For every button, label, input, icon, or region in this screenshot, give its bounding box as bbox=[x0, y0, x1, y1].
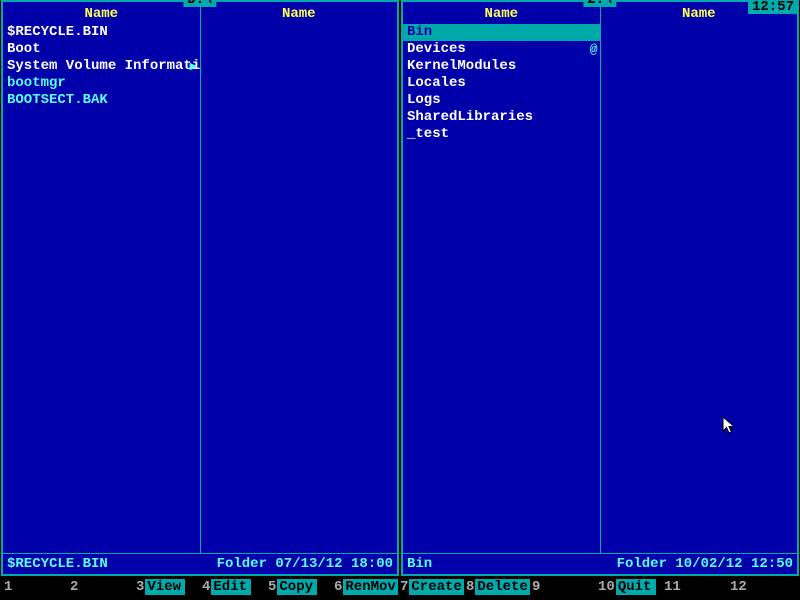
right-file-list[interactable]: BinDevices@KernelModulesLocalesLogsShare… bbox=[403, 24, 600, 553]
function-key-bar: 1 2 3View 4Edit 5Copy 6RenMov7Create8Del… bbox=[0, 576, 800, 598]
fkey-num: 7 bbox=[400, 579, 409, 595]
left-col-header-2: Name bbox=[201, 2, 398, 24]
file-item[interactable]: KernelModules bbox=[403, 58, 600, 75]
left-columns: Name $RECYCLE.BINBootSystem Volume Infor… bbox=[3, 2, 397, 553]
fkey-label: Copy bbox=[277, 579, 317, 595]
fkey-7[interactable]: 7Create bbox=[400, 579, 466, 595]
clock: 12:57 bbox=[748, 0, 798, 14]
left-status-info: Folder 07/13/12 18:00 bbox=[217, 556, 393, 572]
fkey-2[interactable]: 2 bbox=[70, 579, 136, 595]
fkey-num: 9 bbox=[532, 579, 541, 595]
file-item[interactable]: $RECYCLE.BIN bbox=[3, 24, 200, 41]
fkey-label: Quit bbox=[616, 579, 656, 595]
right-file-list-2[interactable] bbox=[601, 24, 798, 553]
fkey-6[interactable]: 6RenMov bbox=[334, 579, 400, 595]
file-marker-icon: @ bbox=[590, 41, 598, 58]
panels-container: D:\ Name $RECYCLE.BINBootSystem Volume I… bbox=[0, 0, 800, 576]
fkey-11[interactable]: 11 bbox=[664, 579, 730, 595]
file-item[interactable]: BOOTSECT.BAK bbox=[3, 92, 200, 109]
fkey-num: 2 bbox=[70, 579, 79, 595]
fkey-8[interactable]: 8Delete bbox=[466, 579, 532, 595]
left-column-1: Name $RECYCLE.BINBootSystem Volume Infor… bbox=[3, 2, 201, 553]
left-status-name: $RECYCLE.BIN bbox=[7, 556, 108, 572]
fkey-label: Create bbox=[409, 579, 463, 595]
right-status-bar: Bin Folder 10/02/12 12:50 bbox=[403, 553, 797, 574]
fkey-num: 10 bbox=[598, 579, 616, 595]
right-col-header-1: Name bbox=[403, 2, 600, 24]
fkey-num: 4 bbox=[202, 579, 211, 595]
left-panel-path: D:\ bbox=[183, 0, 216, 7]
left-column-2: Name bbox=[201, 2, 398, 553]
right-columns: Name BinDevices@KernelModulesLocalesLogs… bbox=[403, 2, 797, 553]
fkey-num: 11 bbox=[664, 579, 682, 595]
right-status-info: Folder 10/02/12 12:50 bbox=[617, 556, 793, 572]
left-status-bar: $RECYCLE.BIN Folder 07/13/12 18:00 bbox=[3, 553, 397, 574]
fkey-9[interactable]: 9 bbox=[532, 579, 598, 595]
fkey-label: View bbox=[145, 579, 185, 595]
file-item[interactable]: SharedLibraries bbox=[403, 109, 600, 126]
fkey-label: Delete bbox=[475, 579, 529, 595]
fkey-label: Edit bbox=[211, 579, 251, 595]
left-panel[interactable]: D:\ Name $RECYCLE.BINBootSystem Volume I… bbox=[1, 0, 399, 576]
fkey-num: 6 bbox=[334, 579, 343, 595]
fkey-12[interactable]: 12 bbox=[730, 579, 796, 595]
file-item[interactable]: Logs bbox=[403, 92, 600, 109]
fkey-1[interactable]: 1 bbox=[4, 579, 70, 595]
file-item[interactable]: _test bbox=[403, 126, 600, 143]
file-item[interactable]: System Volume Informatio▶ bbox=[3, 58, 200, 75]
file-marker-icon: ▶ bbox=[190, 58, 198, 75]
fkey-num: 1 bbox=[4, 579, 13, 595]
file-item[interactable]: Devices@ bbox=[403, 41, 600, 58]
right-status-name: Bin bbox=[407, 556, 432, 572]
right-column-1: Name BinDevices@KernelModulesLocalesLogs… bbox=[403, 2, 601, 553]
file-item[interactable]: Boot bbox=[3, 41, 200, 58]
fkey-num: 3 bbox=[136, 579, 145, 595]
left-file-list[interactable]: $RECYCLE.BINBootSystem Volume Informatio… bbox=[3, 24, 200, 553]
fkey-num: 8 bbox=[466, 579, 475, 595]
left-col-header-1: Name bbox=[3, 2, 200, 24]
file-item[interactable]: Locales bbox=[403, 75, 600, 92]
right-panel-path: 2:\ bbox=[583, 0, 616, 7]
fkey-4[interactable]: 4Edit bbox=[202, 579, 268, 595]
left-file-list-2[interactable] bbox=[201, 24, 398, 553]
fkey-10[interactable]: 10Quit bbox=[598, 579, 664, 595]
right-column-2: Name bbox=[601, 2, 798, 553]
right-panel[interactable]: 2:\ Name BinDevices@KernelModulesLocales… bbox=[401, 0, 799, 576]
file-item[interactable]: Bin bbox=[403, 24, 600, 41]
fkey-5[interactable]: 5Copy bbox=[268, 579, 334, 595]
fkey-num: 12 bbox=[730, 579, 748, 595]
fkey-3[interactable]: 3View bbox=[136, 579, 202, 595]
file-item[interactable]: bootmgr bbox=[3, 75, 200, 92]
fkey-label: RenMov bbox=[343, 579, 397, 595]
fkey-num: 5 bbox=[268, 579, 277, 595]
